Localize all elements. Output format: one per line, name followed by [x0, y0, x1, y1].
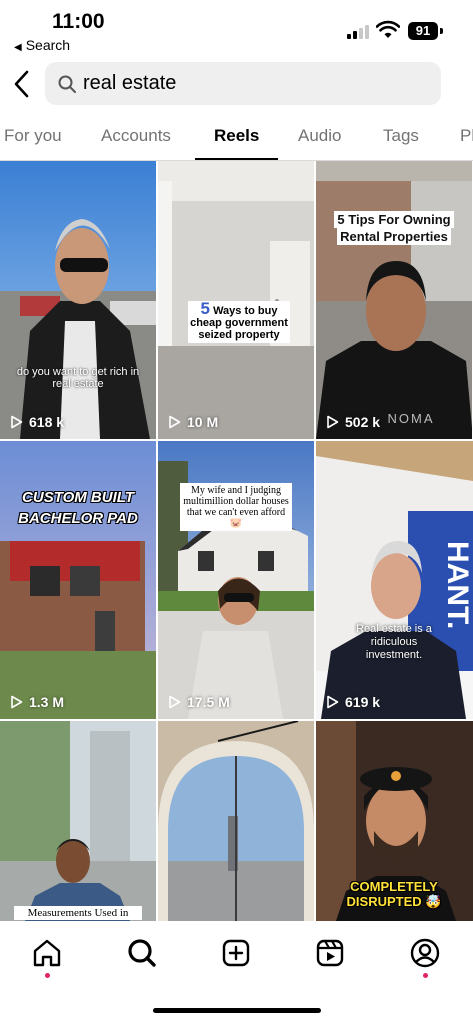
- active-tab-indicator: [195, 158, 278, 160]
- battery-tip: [440, 28, 443, 34]
- home-icon[interactable]: [31, 937, 63, 969]
- play-icon: [169, 415, 181, 429]
- view-count: 502 k: [326, 414, 380, 430]
- create-icon[interactable]: [220, 937, 252, 969]
- back-triangle-icon: ◀: [14, 42, 22, 53]
- reel-caption: Real estate is a ridiculous investment.: [356, 623, 432, 661]
- battery-indicator: 91: [408, 22, 438, 40]
- tab-places[interactable]: Pl: [460, 126, 473, 146]
- reel-caption: CUSTOM BUILT BACHELOR PAD: [18, 489, 138, 527]
- search-tabs: For you Accounts Reels Audio Tags Pl: [0, 118, 473, 161]
- view-count-text: 502 k: [345, 414, 381, 430]
- back-to-app-link[interactable]: ◀ Search: [14, 37, 70, 53]
- reel-thumbnail: [158, 721, 314, 921]
- reel-thumbnail: [0, 721, 156, 921]
- reel-caption: do you want to get rich in real estate: [16, 366, 140, 390]
- view-count: 10 M: [168, 414, 218, 430]
- reel-tile[interactable]: CUSTOM BUILT BACHELOR PAD 1.3 M: [0, 441, 156, 719]
- search-icon: [58, 75, 76, 93]
- search-input[interactable]: [83, 68, 423, 98]
- tab-reels[interactable]: Reels: [214, 126, 259, 146]
- tab-accounts[interactable]: Accounts: [101, 126, 171, 146]
- search-icon[interactable]: [126, 937, 158, 969]
- back-arrow-icon[interactable]: [10, 68, 34, 100]
- play-icon: [169, 695, 181, 709]
- view-count-text: 1.3 M: [29, 694, 65, 710]
- reel-tile[interactable]: 5 Ways to buy cheap government seized pr…: [158, 161, 314, 439]
- status-time: 11:00: [52, 10, 105, 33]
- status-bar: 11:00 ◀ Search 91: [0, 0, 473, 56]
- view-count: 1.3 M: [10, 694, 64, 710]
- profile-notification-dot: [423, 973, 428, 978]
- reel-tile[interactable]: 5 Tips For Owning Rental Properties NOMA…: [316, 161, 472, 439]
- reel-caption-number: 5: [200, 299, 210, 318]
- view-count-text: 619 k: [345, 694, 381, 710]
- view-count-text: 17.5 M: [187, 694, 230, 710]
- tab-audio[interactable]: Audio: [298, 126, 341, 146]
- reel-tile[interactable]: Measurements Used in: [0, 721, 156, 921]
- view-count: 618 k: [10, 414, 64, 430]
- shirt-text: NOMA: [387, 411, 435, 426]
- reel-thumbnail: [0, 161, 156, 439]
- reels-icon[interactable]: [314, 937, 346, 969]
- home-notification-dot: [45, 973, 50, 978]
- reel-caption: 5 Ways to buy cheap government seized pr…: [188, 299, 290, 343]
- tab-for-you[interactable]: For you: [4, 126, 62, 146]
- search-bar[interactable]: [45, 62, 441, 105]
- view-count-text: 618 k: [29, 414, 65, 430]
- play-icon: [11, 415, 23, 429]
- reel-thumbnail: [158, 161, 314, 439]
- profile-icon[interactable]: [409, 937, 441, 969]
- reel-caption: COMPLETELY DISRUPTED 🤯: [346, 879, 442, 909]
- reels-grid: do you want to get rich in real estate 6…: [0, 161, 473, 921]
- play-icon: [11, 695, 23, 709]
- wifi-icon: [376, 20, 400, 38]
- reel-thumbnail: [316, 161, 472, 439]
- reel-tile[interactable]: HANT. Real estate is a ridiculous invest…: [316, 441, 473, 719]
- reel-tile[interactable]: do you want to get rich in real estate 6…: [0, 161, 156, 439]
- reel-tile[interactable]: My wife and I judging multimillion dolla…: [158, 441, 314, 719]
- tab-tags[interactable]: Tags: [383, 126, 419, 146]
- reel-caption-text: 5 Tips For Owning Rental Properties: [334, 211, 454, 245]
- reel-tile[interactable]: [158, 721, 314, 921]
- view-count: 17.5 M: [168, 694, 230, 710]
- play-icon: [327, 415, 339, 429]
- cellular-signal-icon: [347, 24, 371, 39]
- back-app-label: Search: [25, 37, 71, 53]
- reel-tile[interactable]: COMPLETELY DISRUPTED 🤯: [316, 721, 473, 921]
- reel-caption: 5 Tips For Owning Rental Properties: [324, 211, 464, 245]
- view-count: 619 k: [326, 694, 380, 710]
- view-count-text: 10 M: [187, 414, 219, 430]
- banner-text: HANT.: [441, 541, 473, 630]
- play-icon: [327, 695, 339, 709]
- reel-thumbnail: [0, 441, 156, 719]
- reel-caption: My wife and I judging multimillion dolla…: [180, 483, 292, 531]
- home-indicator-bar: [153, 1008, 321, 1013]
- reel-caption: Measurements Used in: [14, 906, 142, 920]
